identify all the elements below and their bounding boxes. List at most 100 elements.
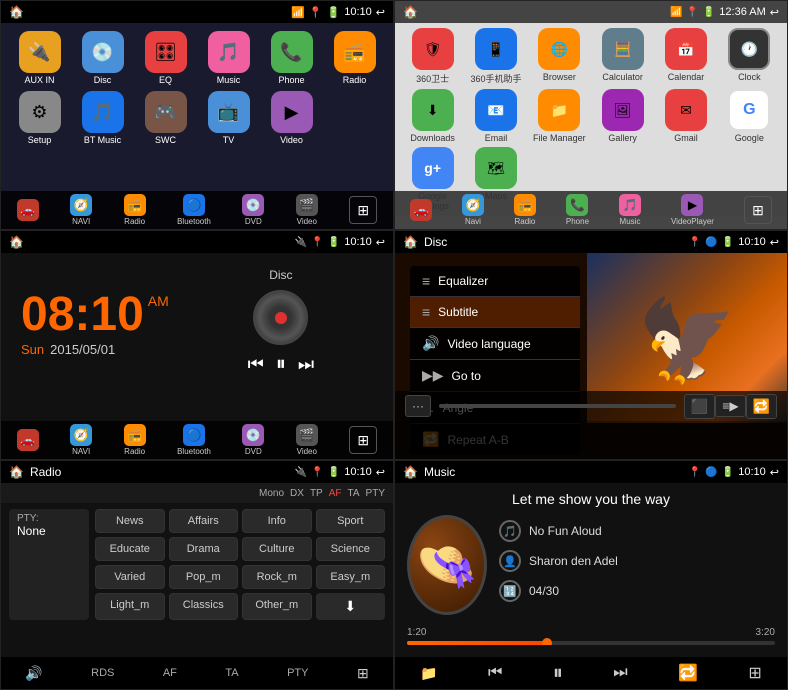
menu-subtitle[interactable]: ≡ Subtitle — [410, 297, 580, 328]
nav-video-p2[interactable]: ▶ VideoPlayer — [671, 194, 714, 226]
menu-button[interactable]: ≡▶ — [715, 395, 745, 417]
app-calendar[interactable]: 📅 Calendar — [656, 28, 715, 85]
app-setup[interactable]: ⚙ Setup — [11, 91, 68, 145]
radio-btn-other[interactable]: Other_m — [242, 593, 312, 620]
radio-btn-classics[interactable]: Classics — [169, 593, 239, 620]
nav-navi-p3[interactable]: 🧭 NAVI — [70, 424, 92, 456]
radio-btn-varied[interactable]: Varied — [95, 565, 165, 589]
repeat-music-button[interactable]: 🔁 — [678, 663, 698, 683]
app-phone[interactable]: 📞 Phone — [263, 31, 320, 85]
radio-btn-educate[interactable]: Educate — [95, 537, 165, 561]
back-icon-p6[interactable]: ↩ — [770, 466, 779, 479]
next-music-button[interactable]: ⏭ — [613, 664, 627, 682]
app-music[interactable]: 🎵 Music — [200, 31, 257, 85]
song-title: Let me show you the way — [407, 491, 775, 507]
radio-btn-culture[interactable]: Culture — [242, 537, 312, 561]
app-bt-music[interactable]: 🎵 BT Music — [74, 91, 131, 145]
nav-bt-p3[interactable]: 🔵 Bluetooth — [177, 424, 211, 456]
icon-img: ⬇ — [412, 89, 454, 131]
radio-btn-affairs[interactable]: Affairs — [169, 509, 239, 533]
app-file-manager[interactable]: 📁 File Manager — [530, 89, 589, 143]
disc-title: Disc — [269, 268, 292, 282]
radio-btn-easy[interactable]: Easy_m — [316, 565, 386, 589]
app-360-assistant[interactable]: 📱 360手机助手 — [466, 28, 525, 85]
bottom-pty[interactable]: PTY — [287, 667, 308, 679]
app-aux-in[interactable]: 🔌 AUX IN — [11, 31, 68, 85]
status-bar-p4: 🏠 Disc 📍 🔵 🔋 10:10 ↩ — [395, 231, 787, 253]
back-icon-p5[interactable]: ↩ — [376, 466, 385, 479]
bottom-rds[interactable]: RDS — [91, 667, 114, 679]
video-icon-p2: ▶ — [681, 194, 703, 216]
nav-video[interactable]: 🎬 Video — [296, 194, 318, 226]
dvd-icon: 💿 — [242, 194, 264, 216]
back-icon-p3[interactable]: ↩ — [376, 236, 385, 249]
app-email[interactable]: 📧 Email — [466, 89, 525, 143]
radio-scroll-down[interactable]: ⬇ — [316, 593, 386, 620]
icon-img: 📧 — [475, 89, 517, 131]
nav-grid-button[interactable]: ⊞ — [349, 196, 377, 224]
nav-bluetooth[interactable]: 🔵 Bluetooth — [177, 194, 211, 226]
more-button[interactable]: ··· — [405, 395, 431, 417]
loop-button[interactable]: 🔁 — [746, 394, 777, 419]
app-gmail[interactable]: ✉ Gmail — [656, 89, 715, 143]
menu-equalizer[interactable]: ≡ Equalizer — [410, 266, 580, 297]
radio-btn-sport[interactable]: Sport — [316, 509, 386, 533]
radio-btn-science[interactable]: Science — [316, 537, 386, 561]
nav-navi-p2[interactable]: 🧭 Navi — [462, 194, 484, 226]
radio-btn-info[interactable]: Info — [242, 509, 312, 533]
eq-music-button[interactable]: ⊞ — [748, 663, 761, 683]
radio-btn-pop[interactable]: Pop_m — [169, 565, 239, 589]
app-video[interactable]: ▶ Video — [263, 91, 320, 145]
menu-video-language[interactable]: 🔊 Video language — [410, 328, 580, 360]
nav-navi[interactable]: 🧭 NAVI — [70, 194, 92, 226]
volume-icon-p5: 🔊 — [25, 665, 42, 682]
app-eq[interactable]: 🎛 EQ — [137, 31, 194, 85]
nav-grid-button-p2[interactable]: ⊞ — [744, 196, 772, 224]
nav-car-icon-p3[interactable]: 🚗 — [17, 429, 39, 451]
nav-dvd[interactable]: 💿 DVD — [242, 194, 264, 226]
nav-phone-p2[interactable]: 📞 Phone — [566, 194, 589, 226]
wifi-icon: 📍 — [309, 6, 323, 19]
radio-btn-drama[interactable]: Drama — [169, 537, 239, 561]
app-calculator[interactable]: 🧮 Calculator — [593, 28, 652, 85]
menu-goto[interactable]: ▶▶ Go to — [410, 360, 580, 392]
app-google[interactable]: G Google — [720, 89, 779, 143]
prev-button[interactable]: ⏮ — [248, 354, 264, 375]
menu-label: Subtitle — [438, 305, 478, 319]
radio-btn-rock[interactable]: Rock_m — [242, 565, 312, 589]
nav-dvd-p3[interactable]: 💿 DVD — [242, 424, 264, 456]
play-music-button[interactable]: ⏸ — [553, 662, 563, 685]
nav-label-video-p3: Video — [297, 447, 317, 456]
nav-car-icon[interactable]: 🚗 — [17, 199, 39, 221]
nav-radio[interactable]: 📻 Radio — [124, 194, 146, 226]
nav-radio-p3[interactable]: 📻 Radio — [124, 424, 146, 456]
back-icon-p2[interactable]: ↩ — [770, 6, 779, 19]
clock-content: 08:10 AM Sun 2015/05/01 Disc ⏮ ⏸ ⏭ — [1, 253, 393, 391]
app-clock[interactable]: 🕐 Clock — [720, 28, 779, 85]
play-pause-button[interactable]: ⏸ — [276, 353, 286, 376]
nav-music-p2[interactable]: 🎵 Music — [619, 194, 641, 226]
radio-btn-news[interactable]: News — [95, 509, 165, 533]
back-icon[interactable]: ↩ — [376, 6, 385, 19]
stop-button[interactable]: ⬛ — [684, 394, 715, 419]
app-gallery[interactable]: 🖼 Gallery — [593, 89, 652, 143]
back-icon-p4[interactable]: ↩ — [770, 236, 779, 249]
app-browser[interactable]: 🌐 Browser — [530, 28, 589, 85]
app-tv[interactable]: 📺 TV — [200, 91, 257, 145]
app-radio[interactable]: 📻 Radio — [326, 31, 383, 85]
app-downloads[interactable]: ⬇ Downloads — [403, 89, 462, 143]
radio-btn-light[interactable]: Light_m — [95, 593, 165, 620]
app-360-guard[interactable]: 🛡 360卫士 — [403, 28, 462, 85]
app-disc[interactable]: 💿 Disc — [74, 31, 131, 85]
nav-car-icon-p2[interactable]: 🚗 — [410, 199, 432, 221]
nav-radio-p2[interactable]: 📻 Radio — [514, 194, 536, 226]
nav-video-p3[interactable]: 🎬 Video — [296, 424, 318, 456]
nav-grid-button-p3[interactable]: ⊞ — [349, 426, 377, 454]
bottom-af[interactable]: AF — [163, 667, 177, 679]
bottom-ta[interactable]: TA — [225, 667, 238, 679]
next-button[interactable]: ⏭ — [298, 354, 314, 375]
folder-button[interactable]: 📁 — [420, 665, 437, 682]
prev-music-button[interactable]: ⏮ — [488, 664, 502, 682]
app-swc[interactable]: 🎮 SWC — [137, 91, 194, 145]
settings-icon-p5[interactable]: ⊞ — [357, 665, 369, 682]
